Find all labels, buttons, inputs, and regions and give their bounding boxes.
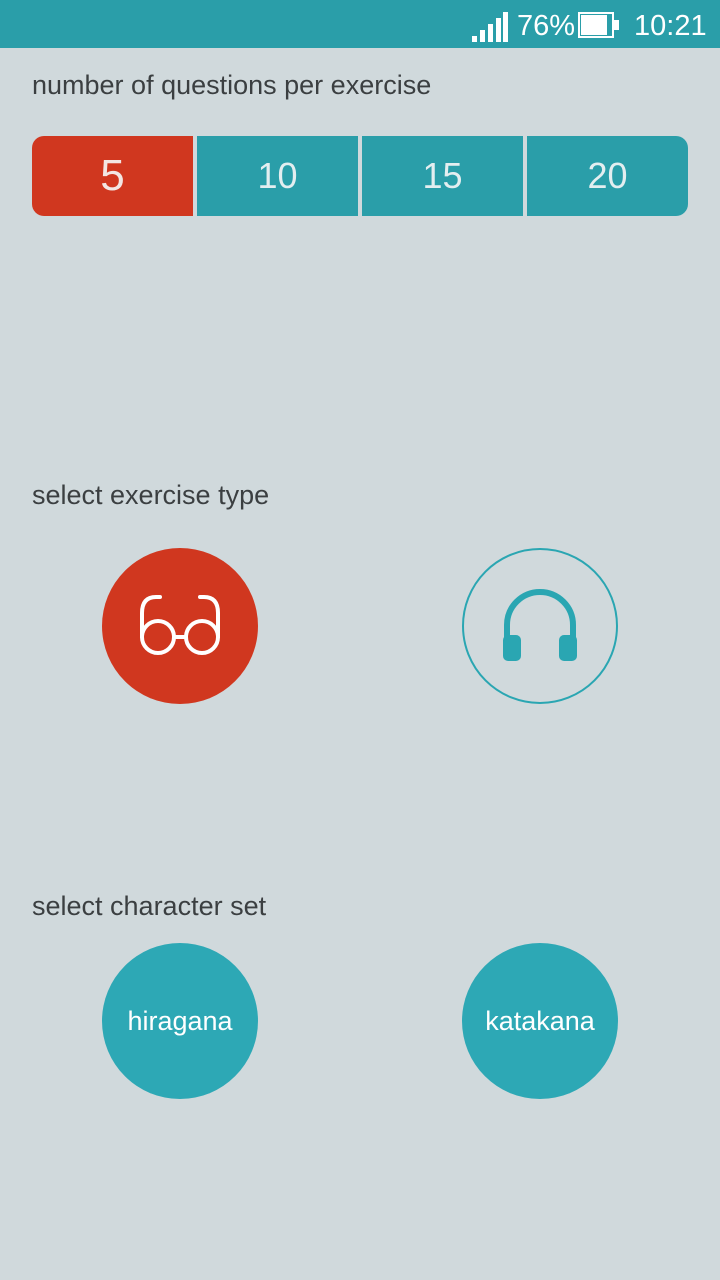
questions-option-20[interactable]: 20 bbox=[523, 136, 688, 216]
hiragana-button[interactable]: hiragana bbox=[102, 943, 258, 1099]
headphones-icon bbox=[503, 589, 577, 661]
exercise-type-section-label: select exercise type bbox=[32, 480, 270, 510]
character-set-section-label: select character set bbox=[32, 891, 267, 921]
questions-option-5[interactable]: 5 bbox=[32, 136, 193, 216]
katakana-button[interactable]: katakana bbox=[462, 943, 618, 1099]
reading-exercise-button[interactable] bbox=[102, 548, 258, 704]
questions-count-selector: 5 10 15 20 bbox=[32, 136, 688, 216]
questions-option-10[interactable]: 10 bbox=[193, 136, 358, 216]
battery-percentage: 76% bbox=[517, 10, 576, 42]
clock-time: 10:21 bbox=[634, 10, 707, 42]
signal-icon bbox=[472, 12, 508, 42]
questions-option-15[interactable]: 15 bbox=[358, 136, 523, 216]
status-bar: 76% 10:21 bbox=[0, 0, 720, 48]
questions-section-label: number of questions per exercise bbox=[32, 70, 432, 100]
battery-icon bbox=[578, 12, 619, 38]
listening-exercise-button[interactable] bbox=[462, 548, 618, 704]
glasses-icon bbox=[140, 595, 220, 655]
